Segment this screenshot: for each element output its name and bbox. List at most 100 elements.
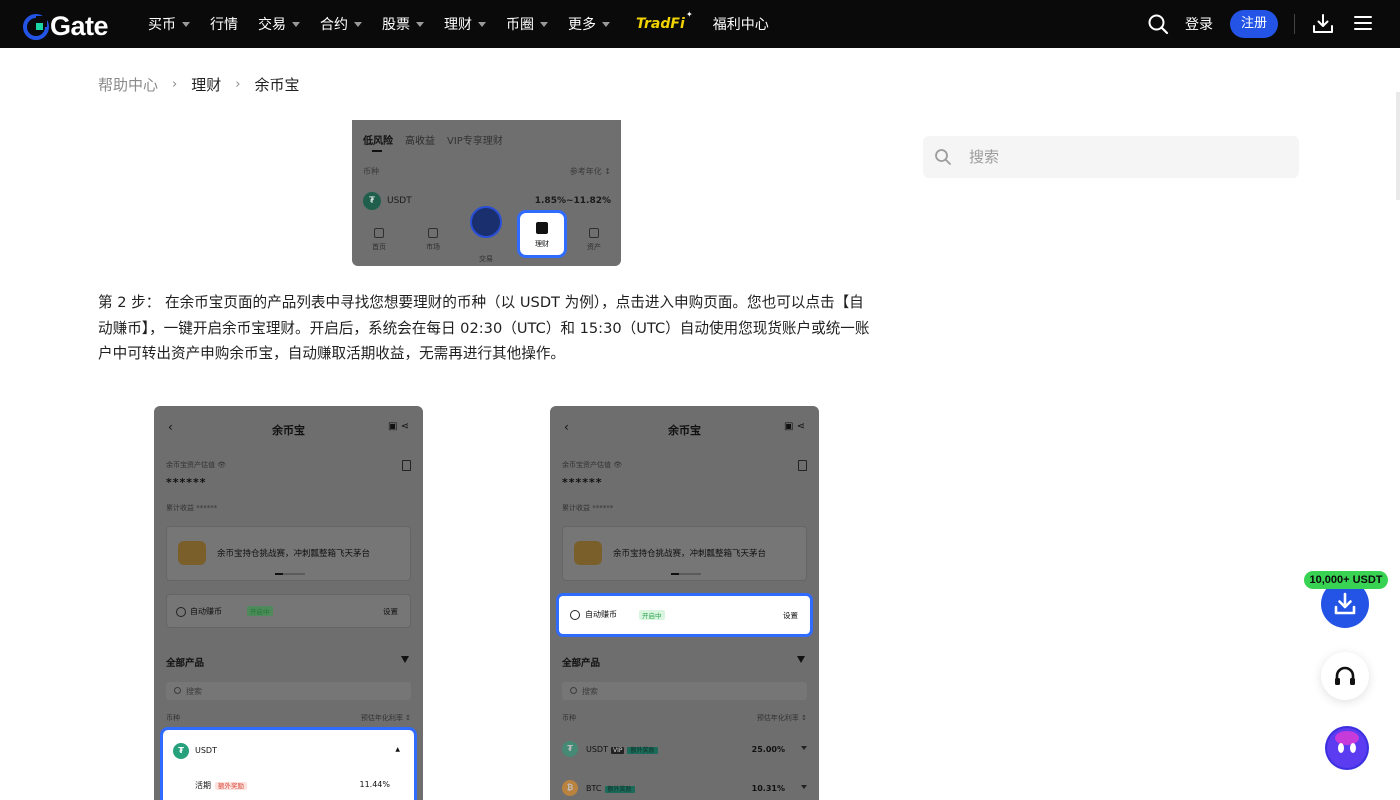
auto-earn-status: 开启中 bbox=[639, 610, 665, 620]
usdt-product-card-highlight: ₮ USDT ▲ 活期 额外奖励 11.44% bbox=[160, 727, 417, 800]
coin-name: USDT VIP 额外奖励 bbox=[586, 745, 658, 754]
chevron-down-icon bbox=[478, 21, 486, 27]
bonus-badge: 10,000+ USDT bbox=[1304, 571, 1388, 589]
chevron-down-icon bbox=[292, 21, 300, 27]
tabbar-label: 资产 bbox=[587, 243, 601, 251]
download-icon[interactable] bbox=[1312, 13, 1334, 35]
nav-divider bbox=[1294, 14, 1295, 34]
promo-text: 余币宝持仓挑战赛，冲刺瓢整箱飞天茅台 bbox=[613, 549, 767, 559]
nav-futures[interactable]: 合约 bbox=[320, 0, 362, 48]
nav-community[interactable]: 币圈 bbox=[506, 0, 548, 48]
app-screenshot-auto-earn: ‹ 余币宝 ▣ ⋖ 余币宝资产估值 👁 ****** 累计收益 ****** 余… bbox=[550, 406, 819, 800]
breadcrumb-help-center[interactable]: 帮助中心 bbox=[98, 74, 158, 95]
top-navigation-bar: Gate 买币 行情 交易 合约 股票 理财 币圈 更多 TradFi ✦ 福利中… bbox=[0, 0, 1400, 48]
chevron-down-icon bbox=[416, 21, 424, 27]
coin-name-text: BTC bbox=[586, 784, 602, 793]
tabbar-label: 首页 bbox=[372, 243, 386, 251]
tradfi-label: TradFi bbox=[636, 16, 685, 32]
auto-earn-label: 自动赚币 bbox=[585, 610, 617, 619]
nav-welfare-center[interactable]: 福利中心 bbox=[713, 0, 769, 48]
asset-label: 余币宝资产估值 👁 bbox=[562, 461, 623, 469]
headset-icon bbox=[1335, 666, 1355, 685]
list-header: 币种 预估年化利率 ↕ bbox=[562, 713, 807, 723]
login-link[interactable]: 登录 bbox=[1185, 14, 1213, 34]
market-icon bbox=[428, 228, 438, 238]
earnings-label: 累计收益 ****** bbox=[562, 504, 614, 512]
nav-label: 理财 bbox=[444, 17, 472, 33]
nav-earn[interactable]: 理财 bbox=[444, 0, 486, 48]
register-button[interactable]: 注册 bbox=[1230, 10, 1278, 38]
tabbar-assets: 资产 bbox=[579, 228, 609, 252]
asset-label: 余币宝资产估值 👁 bbox=[166, 461, 227, 469]
nav-label: 合约 bbox=[320, 17, 348, 33]
coin-name: USDT bbox=[387, 196, 412, 206]
tab-underline bbox=[372, 150, 382, 152]
tabbar-label: 理财 bbox=[535, 240, 549, 248]
wallet-icon bbox=[589, 228, 599, 238]
asset-value: ****** bbox=[166, 476, 207, 489]
auto-earn-settings: 设置 bbox=[783, 611, 798, 620]
col-apy: 预估年化利率 ↕ bbox=[756, 714, 807, 722]
search-icon[interactable] bbox=[1147, 13, 1169, 35]
nav-stocks[interactable]: 股票 bbox=[382, 0, 424, 48]
coin-name-text: USDT bbox=[586, 745, 608, 754]
usdt-coin-icon: ₮ bbox=[363, 192, 381, 210]
ai-assistant-button[interactable] bbox=[1325, 726, 1369, 770]
carousel-dots bbox=[671, 573, 701, 575]
all-products-heading: 全部产品 bbox=[562, 658, 601, 669]
all-products-heading: 全部产品 bbox=[166, 658, 205, 669]
auto-earn-label: 自动赚币 bbox=[190, 607, 222, 616]
chevron-right-icon: › bbox=[235, 77, 241, 92]
list-item: ₿ BTC 额外奖励 10.31% bbox=[562, 780, 807, 798]
chevron-right-icon: › bbox=[172, 77, 178, 92]
usdt-coin-icon: ₮ bbox=[173, 743, 189, 759]
customer-support-button[interactable] bbox=[1321, 652, 1369, 700]
nav-buy-crypto[interactable]: 买币 bbox=[148, 0, 190, 48]
flexible-label: 活期 额外奖励 bbox=[195, 780, 247, 791]
auto-earn-status: 开启中 bbox=[247, 606, 273, 616]
product-search: 搜索 bbox=[562, 682, 807, 700]
asset-value: ****** bbox=[562, 476, 603, 489]
logo-text: Gate bbox=[50, 11, 109, 41]
step-2-paragraph: 第 2 步： 在余币宝页面的产品列表中寻找您想要理财的币种（以 USDT 为例）… bbox=[98, 294, 870, 362]
product-tabs: 低风险 高收益 VIP专享理财 bbox=[363, 132, 515, 147]
gate-logo[interactable]: Gate bbox=[23, 11, 109, 42]
product-search: 搜索 bbox=[166, 682, 411, 700]
bonus-tag: 额外奖励 bbox=[604, 786, 635, 793]
nav-more[interactable]: 更多 bbox=[568, 0, 610, 48]
search-placeholder: 搜索 bbox=[186, 687, 202, 696]
nav-markets[interactable]: 行情 bbox=[210, 0, 238, 48]
tabbar-label: 交易 bbox=[479, 255, 493, 263]
tabbar-earn-highlight: 理财 bbox=[517, 210, 567, 258]
search-icon bbox=[570, 687, 577, 694]
breadcrumb-current: 余币宝 bbox=[254, 76, 300, 94]
carousel-dots bbox=[275, 573, 305, 575]
home-icon bbox=[374, 228, 384, 238]
promo-text: 余币宝持仓挑战赛，冲刺瓢整箱飞天茅台 bbox=[217, 549, 371, 559]
filter-icon bbox=[797, 656, 805, 663]
search-placeholder: 搜索 bbox=[582, 687, 598, 696]
nav-tradfi[interactable]: TradFi ✦ bbox=[636, 0, 693, 48]
trade-center-icon bbox=[470, 206, 502, 238]
auto-earn-row: 自动赚币 开启中 设置 bbox=[166, 594, 411, 628]
flexible-text: 活期 bbox=[195, 781, 211, 790]
chevron-down-icon bbox=[354, 21, 362, 27]
hamburger-menu-icon[interactable] bbox=[1354, 15, 1372, 31]
earn-icon bbox=[536, 222, 548, 234]
chevron-down-icon bbox=[182, 21, 190, 27]
apy-rate: 25.00% bbox=[751, 745, 785, 754]
help-search-input[interactable] bbox=[969, 142, 1269, 172]
tab-low-risk: 低风险 bbox=[363, 136, 393, 147]
nav-trade[interactable]: 交易 bbox=[258, 0, 300, 48]
tabbar-trade: 交易 bbox=[471, 254, 501, 264]
scrollbar-track[interactable] bbox=[1396, 92, 1400, 200]
auto-earn-row-highlight: 自动赚币 开启中 设置 bbox=[556, 593, 813, 637]
breadcrumb: 帮助中心 › 理财 › 余币宝 bbox=[98, 74, 299, 95]
list-item: ₮ USDT VIP 额外奖励 25.00% bbox=[562, 741, 807, 759]
main-menu: 买币 行情 交易 合约 股票 理财 币圈 更多 TradFi ✦ 福利中心 bbox=[148, 0, 789, 48]
nav-label: 买币 bbox=[148, 17, 176, 33]
search-icon bbox=[174, 687, 181, 694]
breadcrumb-earn[interactable]: 理财 bbox=[191, 74, 221, 95]
auto-earn-settings: 设置 bbox=[383, 607, 398, 616]
nav-label: 股票 bbox=[382, 17, 410, 33]
